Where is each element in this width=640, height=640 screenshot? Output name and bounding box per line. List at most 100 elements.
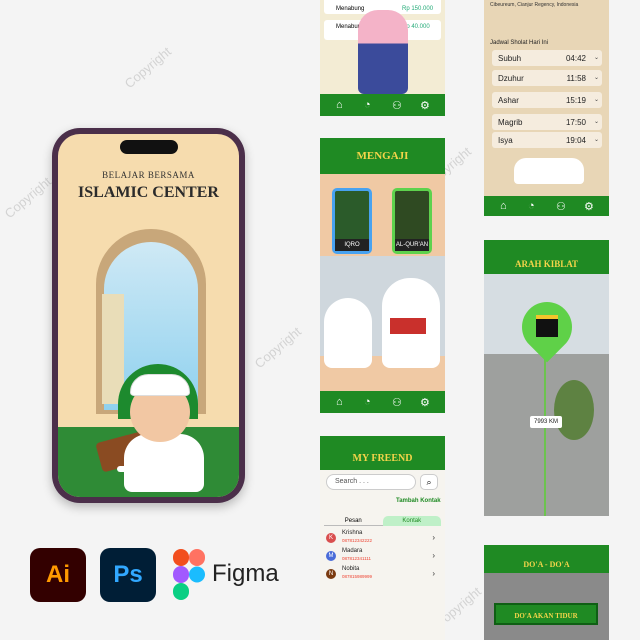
prayer-time: 04:42 — [565, 54, 586, 63]
bottom-nav: ⌂ ◔ ⚇ ⚙ — [320, 94, 445, 116]
splash-subtitle: BELAJAR BERSAMA — [102, 170, 195, 180]
splash-screen: BELAJAR BERSAMA ISLAMIC CENTER — [58, 134, 239, 497]
search-icon[interactable]: ⌕ — [420, 474, 438, 490]
contact-number: 087812341111 — [342, 556, 372, 561]
chevron-down-icon: ⌄ — [593, 137, 599, 143]
page-dot[interactable] — [164, 466, 171, 472]
alquran-card[interactable]: AL-QUR'AN — [392, 188, 432, 254]
avatar: K — [326, 533, 336, 543]
kids-illustration — [358, 10, 408, 94]
savings-screen: Menabung Rp 150.000 Menabung Rp 40.000 ⌂… — [320, 0, 445, 116]
watermark-text: Copyright — [251, 323, 304, 372]
bottom-nav: ⌂ ◔ ⚇ ⚙ — [320, 391, 445, 413]
contact-item[interactable]: K Krishna 087812342222 › — [326, 530, 439, 548]
qibla-title: ARAH KIBLAT — [484, 240, 609, 274]
boy-cap-illustration — [130, 374, 190, 396]
users-icon[interactable]: ⚇ — [556, 200, 566, 213]
chevron-down-icon: ⌄ — [593, 55, 599, 61]
figma-wordmark: Figma — [212, 560, 279, 587]
gear-icon[interactable]: ⚙ — [420, 99, 430, 112]
prayer-name: Dzuhur — [498, 74, 524, 83]
contact-item[interactable]: M Madara 087812341111 › — [326, 548, 439, 566]
add-contact-link[interactable]: Tambah Kontak — [396, 498, 441, 504]
iqro-label: IQRO — [335, 239, 369, 251]
friend-screen: MY FREEND Search . . . ⌕ Tambah Kontak P… — [320, 436, 445, 640]
page-indicator[interactable] — [58, 459, 239, 477]
praying-figure-illustration — [514, 158, 584, 184]
illustrator-logo: Ai — [30, 548, 86, 602]
chevron-right-icon: › — [432, 533, 435, 542]
prayer-name: Isya — [498, 136, 513, 145]
chart-icon[interactable]: ◔ — [528, 200, 535, 212]
prayer-name: Magrib — [498, 118, 523, 127]
location-text: Cibeureum, Cianjur Regency, Indonesia — [490, 2, 579, 8]
prayer-row[interactable]: Magrib 17:50 ⌄ — [492, 114, 602, 130]
child-illustration — [324, 298, 372, 368]
gear-icon[interactable]: ⚙ — [584, 200, 594, 213]
chart-icon[interactable]: ◔ — [364, 396, 371, 408]
page-dot[interactable] — [174, 466, 181, 472]
phone-mockup: BELAJAR BERSAMA ISLAMIC CENTER — [52, 128, 245, 503]
bottom-nav: ⌂ ◔ ⚇ ⚙ — [484, 196, 609, 216]
mengaji-title: MENGAJI — [320, 138, 445, 174]
contact-name: Madara — [342, 548, 363, 554]
tab-kontak[interactable]: Kontak — [382, 516, 441, 526]
page-dot-active[interactable] — [116, 466, 161, 472]
prayer-name: Subuh — [498, 54, 522, 63]
figma-icon — [173, 549, 205, 600]
prayer-row[interactable]: Isya 19:04 ⌄ — [492, 132, 602, 148]
watermark-text: Copyright — [1, 173, 54, 222]
mengaji-screen: MENGAJI IQRO AL-QUR'AN ⌂ ◔ ⚇ ⚙ — [320, 138, 445, 413]
direction-line — [544, 350, 546, 516]
tab-bar: Pesan Kontak — [324, 516, 441, 526]
prayer-time: 19:04 — [565, 136, 586, 145]
contact-name: Krishna — [342, 530, 363, 536]
prayer-time: 11:58 — [566, 74, 586, 83]
avatar: M — [326, 551, 336, 561]
alquran-label: AL-QUR'AN — [395, 239, 429, 251]
prayer-name: Ashar — [498, 96, 519, 105]
users-icon[interactable]: ⚇ — [392, 99, 402, 112]
contact-item[interactable]: N Nobita 087815989999 › — [326, 566, 439, 584]
doa-title: DO'A - DO'A — [484, 545, 609, 573]
users-icon[interactable]: ⚇ — [392, 396, 402, 409]
watermark-text: Copyright — [121, 43, 174, 92]
splash-title: ISLAMIC CENTER — [78, 184, 219, 201]
savings-amount: Rp 150.000 — [402, 6, 434, 12]
contact-number: 087815989999 — [342, 574, 373, 579]
leaf-illustration — [554, 380, 594, 440]
prayer-time: 15:19 — [565, 96, 586, 105]
chart-icon[interactable]: ◔ — [364, 99, 371, 111]
iqro-card[interactable]: IQRO — [332, 188, 372, 254]
doa-tidur-button[interactable]: DO'A AKAN TIDUR — [494, 603, 598, 625]
home-icon[interactable]: ⌂ — [500, 200, 507, 212]
prayer-row[interactable]: Ashar 15:19 ⌄ — [492, 92, 602, 108]
kaaba-icon — [536, 315, 558, 337]
avatar: N — [326, 569, 336, 579]
home-icon[interactable]: ⌂ — [336, 396, 343, 408]
qibla-screen: ARAH KIBLAT — [484, 240, 609, 516]
chevron-down-icon: ⌄ — [593, 75, 599, 81]
photoshop-logo: Ps — [100, 548, 156, 602]
schedule-title: Jadwal Sholat Hari Ini — [490, 40, 549, 46]
search-input[interactable]: Search . . . — [326, 474, 416, 490]
book-illustration — [390, 318, 426, 334]
prayer-row[interactable]: Dzuhur 11:58 ⌄ — [492, 70, 602, 86]
doa-screen: DO'A - DO'A DO'A AKAN TIDUR — [484, 545, 609, 640]
chevron-right-icon: › — [432, 551, 435, 560]
savings-label: Menabung — [336, 6, 365, 12]
prayer-row[interactable]: Subuh 04:42 ⌄ — [492, 50, 602, 66]
contact-number: 087812342222 — [342, 538, 373, 543]
gear-icon[interactable]: ⚙ — [420, 396, 430, 409]
chevron-right-icon: › — [432, 569, 435, 578]
chevron-down-icon: ⌄ — [593, 119, 599, 125]
contact-name: Nobita — [342, 566, 360, 572]
phone-notch — [120, 140, 178, 154]
tab-pesan[interactable]: Pesan — [324, 516, 383, 526]
prayer-time: 17:50 — [565, 118, 586, 127]
distance-badge: 7993 KM — [530, 416, 562, 428]
chevron-down-icon: ⌄ — [593, 97, 599, 103]
friend-title: MY FREEND — [320, 436, 445, 470]
home-icon[interactable]: ⌂ — [336, 99, 343, 111]
prayer-schedule-screen: Cibeureum, Cianjur Regency, Indonesia Ja… — [484, 0, 609, 216]
